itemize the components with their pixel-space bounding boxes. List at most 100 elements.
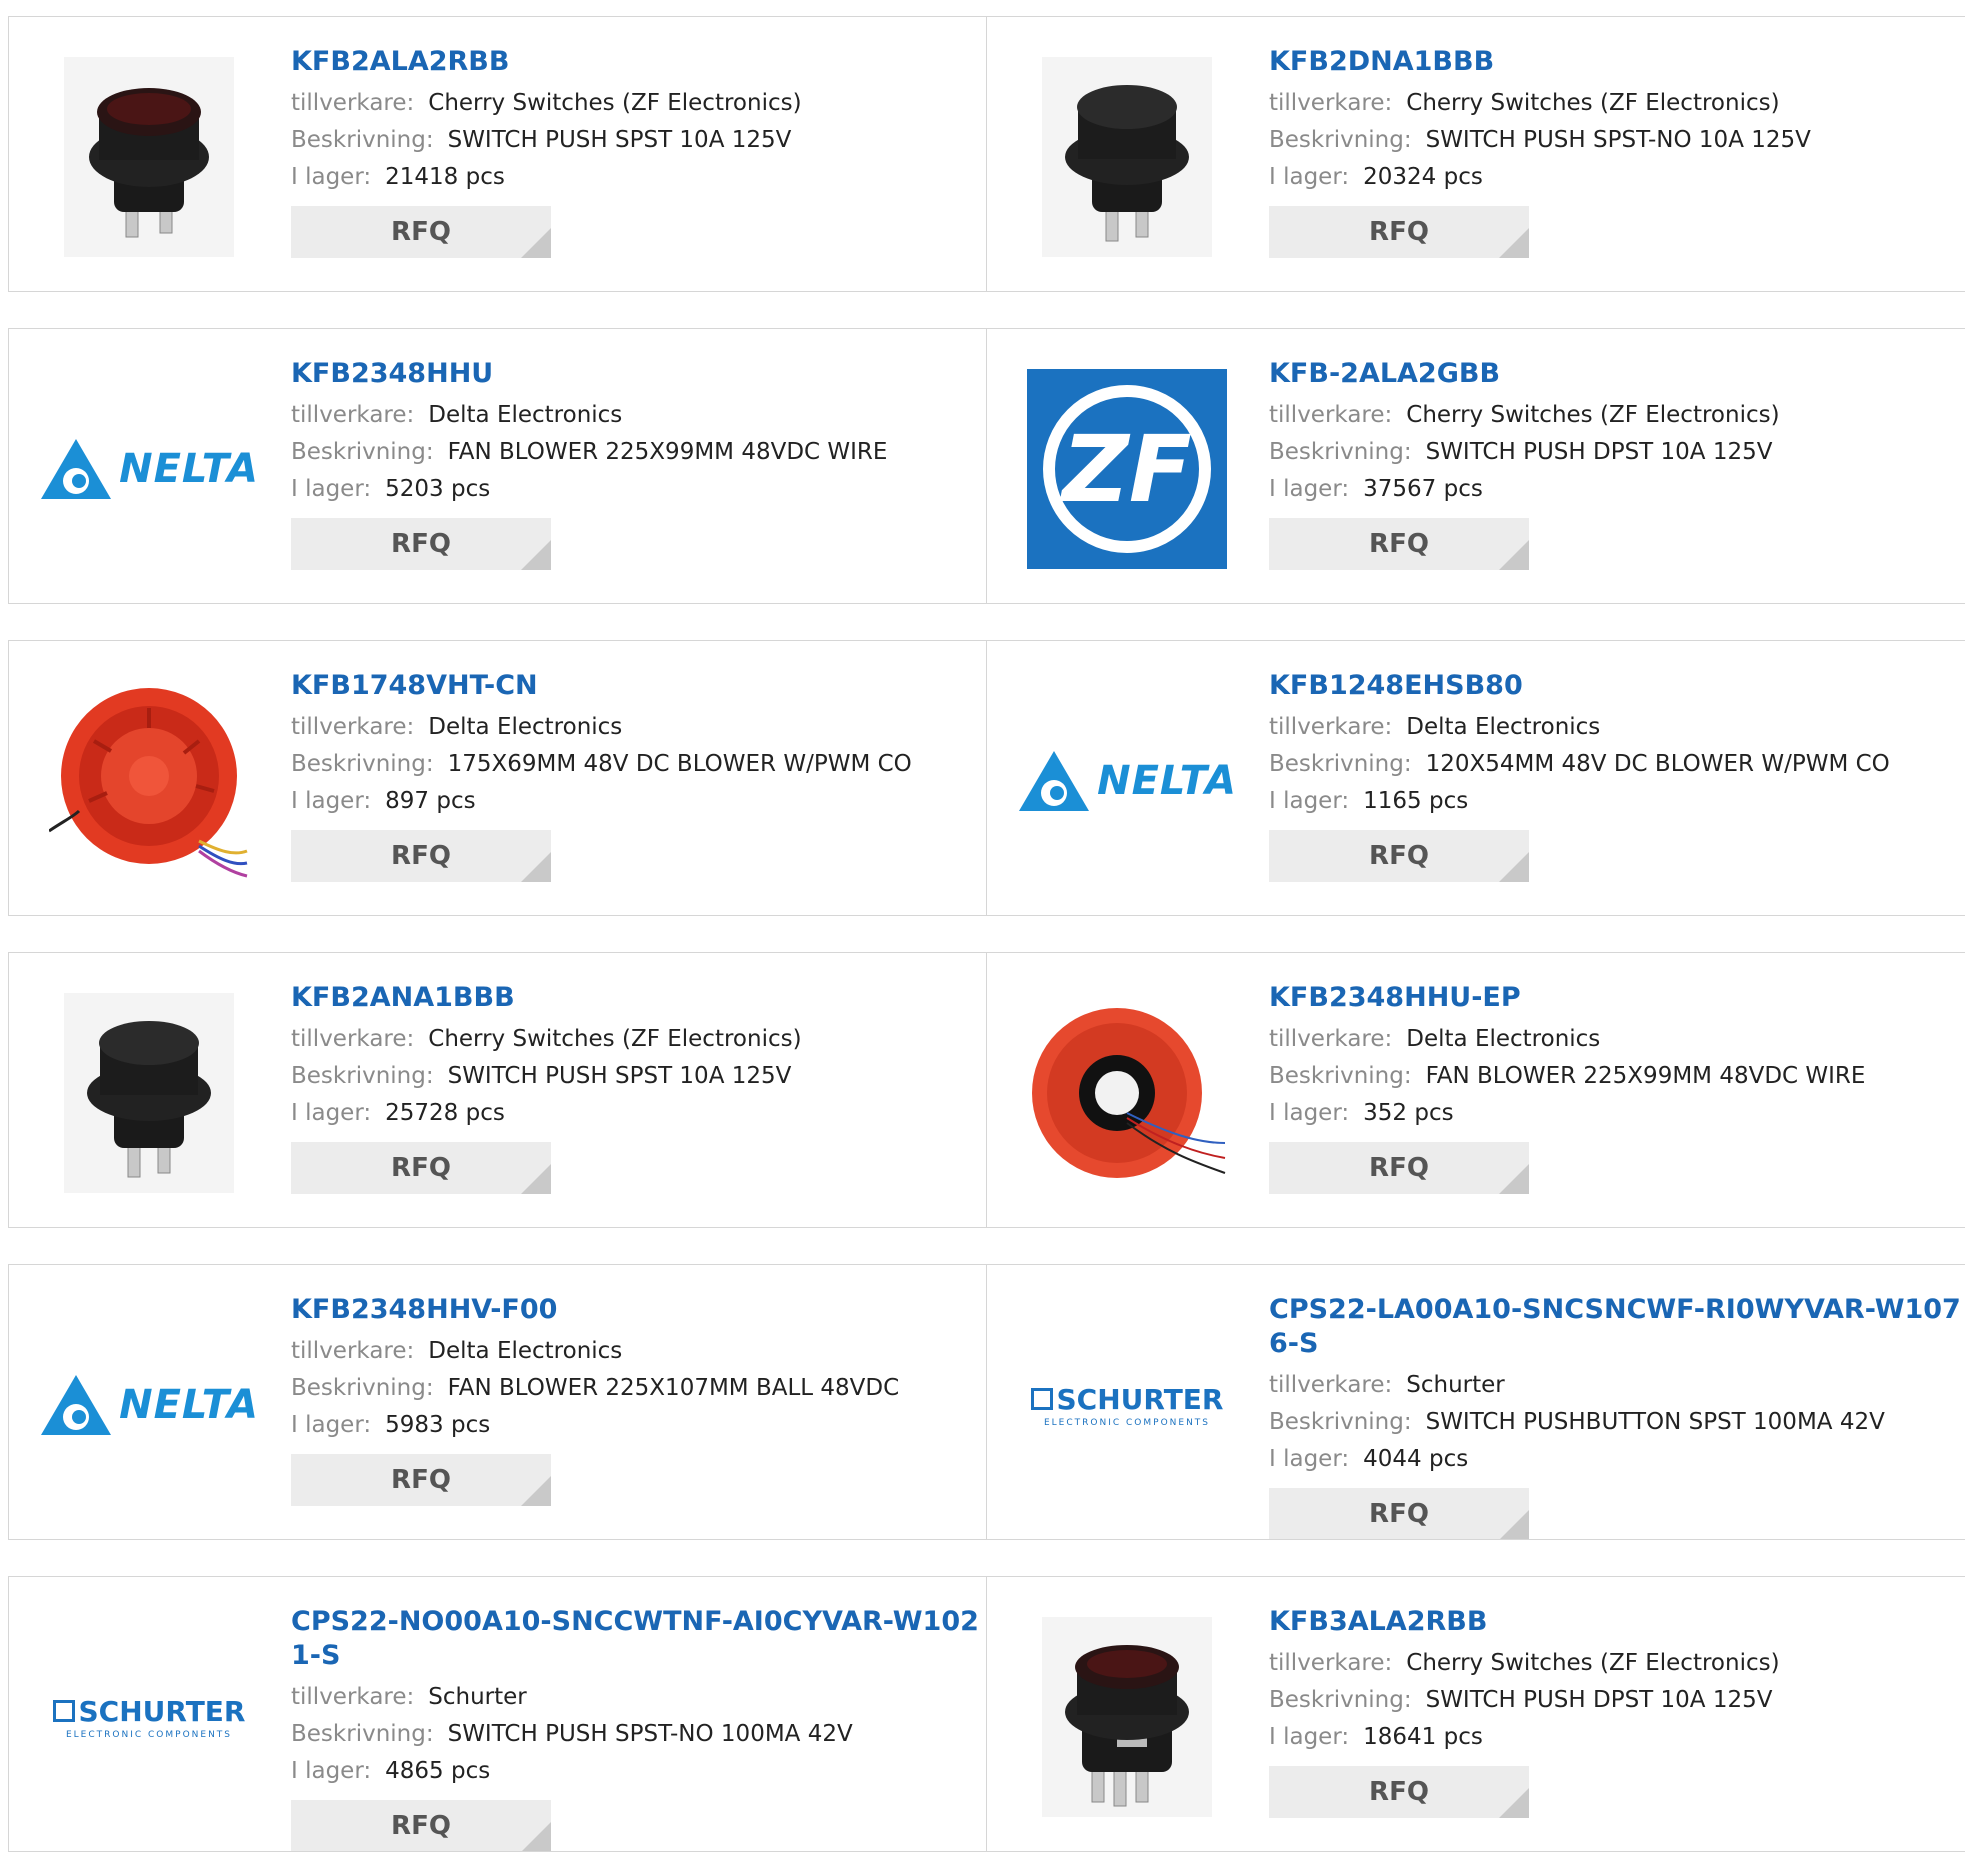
manufacturer-label: tillverkare: (1269, 1026, 1393, 1052)
part-number-link[interactable]: KFB2348HHU (291, 357, 987, 391)
stock-value: 352 pcs (1363, 1100, 1454, 1126)
corner-decoration (1499, 228, 1529, 258)
push-switch-red-icon[interactable] (49, 57, 249, 257)
rfq-button[interactable]: RFQ (1269, 830, 1529, 882)
description-line: Beskrivning: SWITCH PUSH SPST-NO 100MA 42… (291, 1716, 987, 1753)
description-label: Beskrivning: (1269, 1063, 1412, 1089)
rfq-button[interactable]: RFQ (291, 1142, 551, 1194)
description-value: FAN BLOWER 225X99MM 48VDC WIRE (1425, 1063, 1866, 1089)
rfq-button[interactable]: RFQ (291, 1800, 551, 1851)
stock-value: 37567 pcs (1363, 476, 1483, 502)
stock-value: 18641 pcs (1363, 1724, 1483, 1750)
stock-label: I lager: (1269, 1446, 1350, 1472)
description-value: SWITCH PUSH SPST-NO 10A 125V (1425, 127, 1811, 153)
description-line: Beskrivning: SWITCH PUSH SPST-NO 10A 125V (1269, 122, 1965, 159)
schurter-logo[interactable]: SCHURTER ELECTRONIC COMPONENTS (49, 1617, 249, 1817)
stock-label: I lager: (291, 476, 372, 502)
schurter-logo[interactable]: SCHURTER ELECTRONIC COMPONENTS (1027, 1305, 1227, 1505)
manufacturer-line: tillverkare: Delta Electronics (1269, 709, 1965, 746)
product-info: KFB2348HHU-EP tillverkare: Delta Electroni… (1269, 981, 1965, 1194)
rfq-button[interactable]: RFQ (1269, 1766, 1529, 1818)
part-number-link[interactable]: KFB2348HHU-EP (1269, 981, 1965, 1015)
stock-line: I lager: 5203 pcs (291, 471, 987, 508)
rfq-button-label: RFQ (1369, 1153, 1429, 1183)
part-number-link[interactable]: KFB3ALA2RBB (1269, 1605, 1965, 1639)
part-number-link[interactable]: KFB-2ALA2GBB (1269, 357, 1965, 391)
description-label: Beskrivning: (1269, 751, 1412, 777)
stock-label: I lager: (291, 788, 372, 814)
red-blower-front-icon[interactable] (1027, 993, 1227, 1193)
red-blower-icon[interactable] (49, 681, 249, 881)
stock-line: I lager: 18641 pcs (1269, 1719, 1965, 1756)
product-info: KFB-2ALA2GBB tillverkare: Cherry Switches … (1269, 357, 1965, 570)
push-switch-black-icon[interactable] (49, 993, 249, 1193)
product-info: KFB2348HHV-F00 tillverkare: Delta Electron… (291, 1293, 987, 1506)
manufacturer-value: Schurter (428, 1684, 527, 1710)
delta-logo[interactable]: NELTA (41, 369, 258, 569)
rfq-button-label: RFQ (1369, 1499, 1429, 1529)
svg-text:ZF: ZF (1059, 416, 1192, 523)
part-number-link[interactable]: KFB1248EHSB80 (1269, 669, 1965, 703)
stock-line: I lager: 4044 pcs (1269, 1441, 1965, 1478)
manufacturer-line: tillverkare: Cherry Switches (ZF Electron… (1269, 1645, 1965, 1682)
part-number-link[interactable]: CPS22-NO00A10-SNCCWTNF-AI0CYVAR-W1021-S (291, 1605, 987, 1673)
rfq-button-label: RFQ (1369, 1777, 1429, 1807)
manufacturer-value: Cherry Switches (ZF Electronics) (428, 90, 802, 116)
manufacturer-label: tillverkare: (291, 90, 415, 116)
part-number-link[interactable]: KFB2348HHV-F00 (291, 1293, 987, 1327)
manufacturer-value: Delta Electronics (428, 1338, 623, 1364)
rfq-button-label: RFQ (391, 1811, 451, 1841)
stock-value: 1165 pcs (1363, 788, 1469, 814)
rfq-button[interactable]: RFQ (1269, 518, 1529, 570)
description-line: Beskrivning: FAN BLOWER 225X99MM 48VDC WI… (1269, 1058, 1965, 1095)
manufacturer-value: Cherry Switches (ZF Electronics) (1406, 90, 1780, 116)
delta-logo[interactable]: NELTA (41, 1305, 258, 1505)
description-label: Beskrivning: (1269, 127, 1412, 153)
description-line: Beskrivning: SWITCH PUSH DPST 10A 125V (1269, 1682, 1965, 1719)
rfq-button[interactable]: RFQ (291, 518, 551, 570)
part-number-link[interactable]: KFB2ALA2RBB (291, 45, 987, 79)
rfq-button[interactable]: RFQ (1269, 1488, 1529, 1539)
description-line: Beskrivning: 120X54MM 48V DC BLOWER W/PWM… (1269, 746, 1965, 783)
corner-decoration (1499, 852, 1529, 882)
description-line: Beskrivning: SWITCH PUSH SPST 10A 125V (291, 122, 987, 159)
description-line: Beskrivning: SWITCH PUSHBUTTON SPST 100MA… (1269, 1404, 1965, 1441)
push-switch-dpst-icon[interactable] (1027, 1617, 1227, 1817)
manufacturer-line: tillverkare: Delta Electronics (1269, 1021, 1965, 1058)
corner-decoration (521, 1822, 551, 1851)
product-card: NELTA KFB2348HHV-F00 tillverkare: Delta El… (8, 1264, 988, 1540)
stock-value: 5203 pcs (385, 476, 491, 502)
product-info: KFB1748VHT-CN tillverkare: Delta Electroni… (291, 669, 987, 882)
push-switch-black-icon[interactable] (1027, 57, 1227, 257)
description-value: 175X69MM 48V DC BLOWER W/PWM CO (447, 751, 912, 777)
manufacturer-value: Cherry Switches (ZF Electronics) (1406, 402, 1780, 428)
stock-value: 4865 pcs (385, 1758, 491, 1784)
description-value: SWITCH PUSH SPST-NO 100MA 42V (447, 1721, 853, 1747)
zf-logo[interactable]: ZF (1027, 369, 1227, 569)
stock-value: 25728 pcs (385, 1100, 505, 1126)
stock-label: I lager: (1269, 476, 1350, 502)
manufacturer-line: tillverkare: Schurter (291, 1679, 987, 1716)
manufacturer-label: tillverkare: (1269, 714, 1393, 740)
part-number-link[interactable]: CPS22-LA00A10-SNCSNCWF-RI0WYVAR-W1076-S (1269, 1293, 1965, 1361)
description-value: SWITCH PUSH DPST 10A 125V (1425, 439, 1773, 465)
description-line: Beskrivning: 175X69MM 48V DC BLOWER W/PWM… (291, 746, 987, 783)
product-info: CPS22-NO00A10-SNCCWTNF-AI0CYVAR-W1021-S t… (291, 1605, 987, 1851)
rfq-button[interactable]: RFQ (291, 830, 551, 882)
product-info: KFB2ALA2RBB tillverkare: Cherry Switches (… (291, 45, 987, 258)
rfq-button[interactable]: RFQ (291, 206, 551, 258)
rfq-button-label: RFQ (1369, 841, 1429, 871)
delta-logo[interactable]: NELTA (1019, 681, 1236, 881)
rfq-button[interactable]: RFQ (1269, 1142, 1529, 1194)
part-number-link[interactable]: KFB2ANA1BBB (291, 981, 987, 1015)
rfq-button[interactable]: RFQ (291, 1454, 551, 1506)
description-value: 120X54MM 48V DC BLOWER W/PWM CO (1425, 751, 1890, 777)
manufacturer-line: tillverkare: Schurter (1269, 1367, 1965, 1404)
rfq-button[interactable]: RFQ (1269, 206, 1529, 258)
product-row: SCHURTER ELECTRONIC COMPONENTS CPS22-NO0… (8, 1576, 1965, 1852)
product-card: ZF KFB-2ALA2GBB tillverkare: Cherry Switch… (986, 328, 1965, 604)
part-number-link[interactable]: KFB2DNA1BBB (1269, 45, 1965, 79)
part-number-link[interactable]: KFB1748VHT-CN (291, 669, 987, 703)
rfq-button-label: RFQ (391, 1153, 451, 1183)
stock-label: I lager: (291, 164, 372, 190)
